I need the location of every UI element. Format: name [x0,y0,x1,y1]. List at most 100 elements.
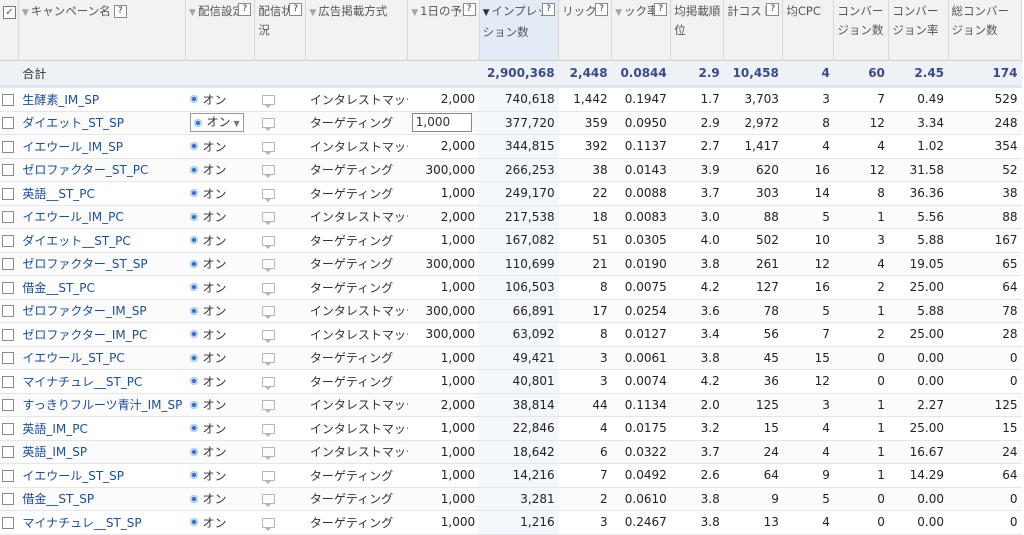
header-cost[interactable]: 計コスト? [723,0,784,61]
comment-icon[interactable] [261,447,275,461]
comment-icon[interactable] [261,235,275,249]
header-ad-type[interactable]: ▼ 広告掲載方式 [305,0,409,61]
table-row[interactable]: 英語_IM_PC オン インタレストマッチ 1,000 22,846 4 0.0175 3.2… [0,416,1022,441]
help-icon[interactable]: ? [289,3,303,16]
row-checkbox[interactable] [2,516,14,529]
campaign-name-link[interactable]: 借金__ST_PC [22,281,95,295]
campaign-name-link[interactable]: ゼロファクター_ST_PC [22,163,148,177]
table-row[interactable]: マイナチュレ__ST_PC オン ターゲティング 1,000 40,801 3 0.0074… [0,369,1022,394]
campaign-name-cell[interactable]: イエウール_ST_PC [18,346,186,370]
help-icon[interactable]: ? [113,5,127,18]
campaign-name-link[interactable]: 英語_IM_PC [22,422,88,436]
status-cell[interactable]: オン [185,205,255,229]
header-budget[interactable]: ▼ 1日の予算? [407,0,480,61]
row-checkbox-cell[interactable] [0,440,19,464]
header-conversions[interactable]: コンバージョン数 [833,0,890,61]
header-cvr[interactable]: コンバージョン率 [888,0,949,61]
row-checkbox-cell[interactable] [0,181,19,206]
campaign-name-cell[interactable]: 英語_IM_SP [18,440,186,464]
memo-cell[interactable] [254,346,306,370]
campaign-name-link[interactable]: イエウール_ST_SP [22,469,124,483]
budget-cell[interactable]: 1,000 [407,228,480,253]
table-row[interactable]: イエウール_ST_PC オン ターゲティング 1,000 49,421 3 0.0061 3.… [0,346,1022,370]
row-checkbox-cell[interactable] [0,299,19,323]
header-campaign-name[interactable]: ▼ キャンペーン名? [18,0,187,61]
status-cell[interactable]: オン [185,369,255,394]
campaign-name-cell[interactable]: マイナチュレ__ST_SP [18,510,186,535]
header-status[interactable]: ▼ 配信設定? [185,0,256,61]
help-icon[interactable]: ? [654,3,668,16]
table-row[interactable]: イエウール_ST_SP オン ターゲティング 1,000 14,216 7 0.0492 2.… [0,463,1022,488]
row-checkbox[interactable] [2,140,14,153]
campaign-name-cell[interactable]: ダイエット__ST_PC [18,228,186,253]
row-checkbox-cell[interactable] [0,205,19,229]
campaign-name-link[interactable]: すっきりフルーツ青汁_IM_SP [22,398,182,412]
table-row[interactable]: イエウール_IM_SP オン インタレストマッチ 2,000 344,815 392 0.1… [0,134,1022,159]
comment-icon[interactable] [261,423,275,437]
campaign-name-cell[interactable]: マイナチュレ__ST_PC [18,369,186,394]
budget-cell[interactable]: 1,000 [407,463,480,488]
memo-cell[interactable] [254,86,306,112]
budget-cell[interactable]: 300,000 [407,158,480,182]
header-all-conversions[interactable]: 総コンバージョン数 [948,0,1023,61]
memo-cell[interactable] [254,440,306,464]
row-checkbox[interactable] [2,375,14,388]
status-cell[interactable]: オン [185,158,255,182]
table-row[interactable]: ゼロファクター_ST_SP オン ターゲティング 300,000 110,699 21 0.… [0,252,1022,276]
table-row[interactable]: 借金__ST_SP オン ターゲティング 1,000 3,281 2 0.0610 3.8 9 5… [0,487,1022,511]
budget-cell[interactable]: 1,000 [407,369,480,394]
table-row[interactable]: 生酵素_IM_SP オン インタレストマッチ 2,000 740,618 1,442 0.1… [0,86,1022,112]
budget-cell[interactable]: 2,000 [407,393,480,417]
campaign-name-link[interactable]: 英語_IM_SP [22,445,87,459]
campaign-name-link[interactable]: 借金__ST_SP [22,492,94,506]
help-icon[interactable]: ? [462,3,476,16]
budget-cell[interactable]: 1,000 [407,111,480,135]
memo-cell[interactable] [254,510,306,535]
status-cell[interactable]: オン [185,463,255,488]
status-cell[interactable]: オン [185,510,255,535]
header-cpc[interactable]: 均CPC [782,0,835,61]
campaign-name-link[interactable]: 英語__ST_PC [22,187,95,201]
table-row[interactable]: イエウール_IM_PC オン インタレストマッチ 2,000 217,538 18 0.00… [0,205,1022,229]
table-row[interactable]: ゼロファクター_IM_PC オン インタレストマッチ 300,000 63,092 8 0.… [0,322,1022,347]
status-cell[interactable]: オン [185,252,255,276]
status-cell[interactable]: オン [185,181,255,206]
help-icon[interactable]: ? [542,3,556,16]
budget-cell[interactable]: 2,000 [407,134,480,159]
comment-icon[interactable] [261,470,275,484]
comment-icon[interactable] [261,165,275,179]
row-checkbox[interactable] [2,164,14,177]
comment-icon[interactable] [261,282,275,296]
row-checkbox[interactable] [2,93,14,106]
campaign-name-link[interactable]: ゼロファクター_ST_SP [22,257,147,271]
comment-icon[interactable] [261,517,275,531]
memo-cell[interactable] [254,111,306,135]
budget-cell[interactable]: 2,000 [407,205,480,229]
campaign-name-link[interactable]: ゼロファクター_IM_PC [22,328,147,342]
campaign-name-cell[interactable]: ゼロファクター_ST_PC [18,158,186,182]
campaign-name-cell[interactable]: イエウール_IM_SP [18,134,186,159]
memo-cell[interactable] [254,252,306,276]
row-checkbox-cell[interactable] [0,487,19,511]
memo-cell[interactable] [254,487,306,511]
help-icon[interactable]: ? [238,3,252,16]
comment-icon[interactable] [261,141,275,155]
memo-cell[interactable] [254,205,306,229]
campaign-name-link[interactable]: イエウール_ST_PC [22,351,124,365]
campaign-name-link[interactable]: イエウール_IM_PC [22,210,123,224]
row-checkbox[interactable] [2,187,14,200]
campaign-name-cell[interactable]: 英語_IM_PC [18,416,186,441]
table-row[interactable]: 借金__ST_PC オン ターゲティング 1,000 106,503 8 0.0075 4.2… [0,275,1022,300]
row-checkbox-cell[interactable] [0,463,19,488]
campaign-name-link[interactable]: マイナチュレ__ST_PC [22,375,142,389]
row-checkbox[interactable] [2,234,14,247]
comment-icon[interactable] [261,306,275,320]
campaign-name-link[interactable]: ダイエット__ST_PC [22,234,130,248]
row-checkbox[interactable] [2,399,14,412]
row-checkbox-cell[interactable] [0,322,19,347]
row-checkbox-cell[interactable] [0,134,19,159]
header-avg-position[interactable]: 均掲載順位 [670,0,725,61]
campaign-name-link[interactable]: ダイエット_ST_SP [22,116,124,130]
memo-cell[interactable] [254,275,306,300]
row-checkbox-cell[interactable] [0,369,19,394]
